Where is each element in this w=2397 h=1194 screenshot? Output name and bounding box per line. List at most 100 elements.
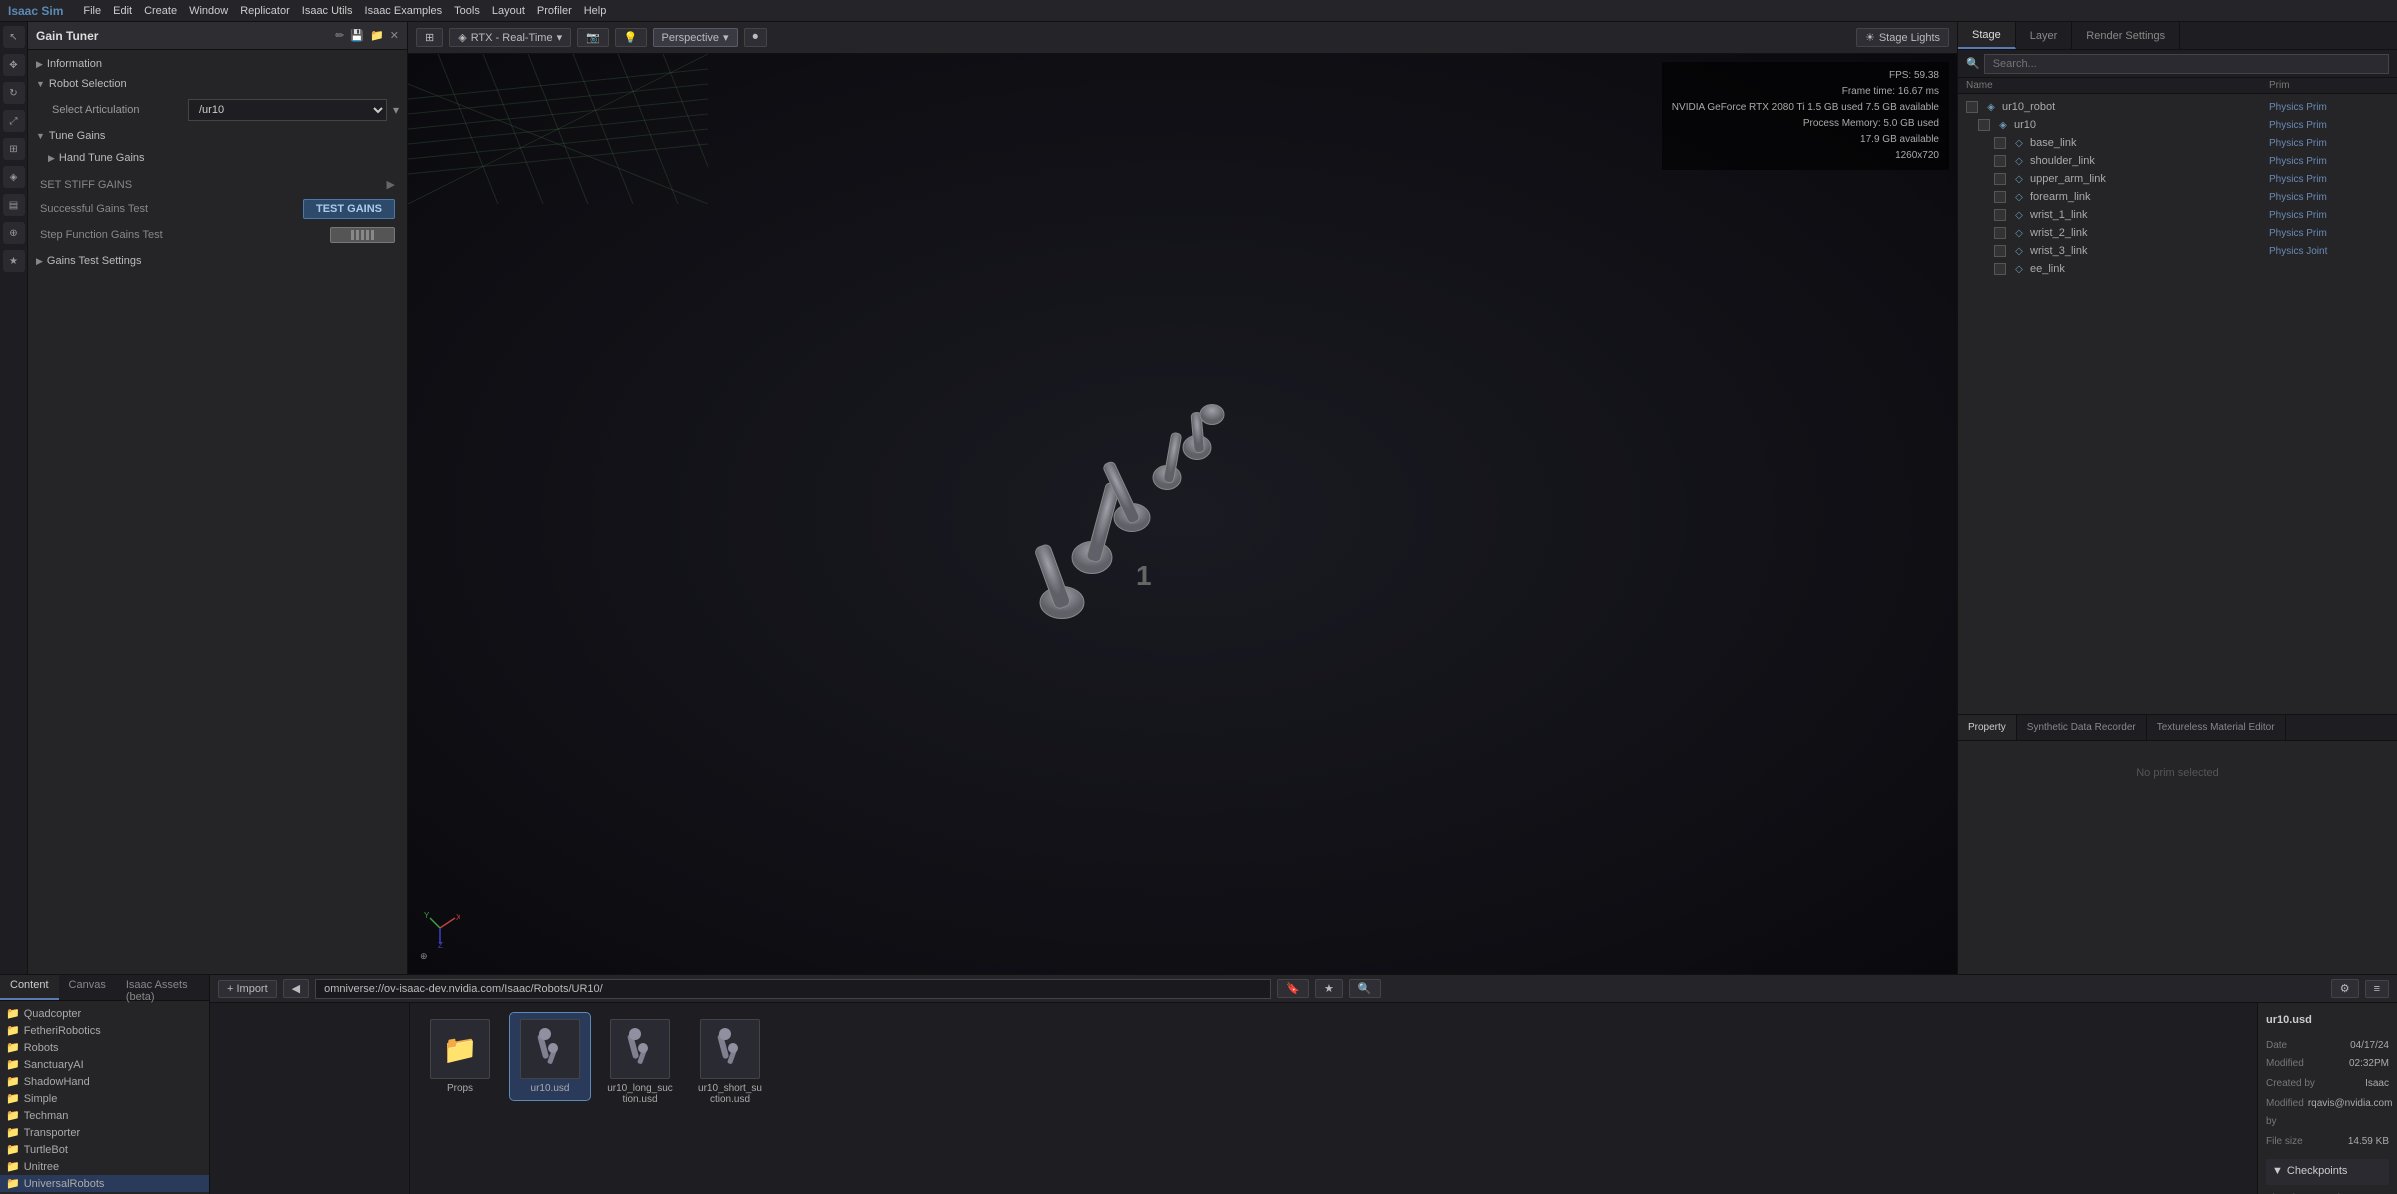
tree-item[interactable]: ◇forearm_linkPhysics Prim: [1958, 188, 2397, 206]
file-item[interactable]: ur10_long_suction.usd: [600, 1013, 680, 1111]
menu-item-tools[interactable]: Tools: [450, 3, 484, 19]
tree-item[interactable]: ◇ee_link: [1958, 260, 2397, 278]
folder-icon: 📁: [6, 1041, 20, 1054]
camera-btn[interactable]: 📷: [577, 28, 609, 47]
tune-gains-section[interactable]: ▼ Tune Gains: [28, 126, 407, 146]
nav-item[interactable]: 📁SanctuaryAI: [0, 1056, 209, 1073]
tree-item[interactable]: ◈ur10Physics Prim: [1958, 116, 2397, 134]
tree-checkbox[interactable]: [1994, 263, 2006, 275]
tree-checkbox[interactable]: [1994, 155, 2006, 167]
tool-snap[interactable]: ⊞: [3, 138, 25, 160]
prop-tab-textureless[interactable]: Textureless Material Editor: [2147, 715, 2286, 740]
tree-checkbox[interactable]: [1994, 191, 2006, 203]
nav-item[interactable]: 📁Quadcopter: [0, 1005, 209, 1022]
bookmark-btn[interactable]: 🔖: [1277, 979, 1309, 998]
save-icon[interactable]: 💾: [350, 29, 364, 42]
menu-item-help[interactable]: Help: [580, 3, 611, 19]
tree-checkbox[interactable]: [1994, 137, 2006, 149]
menu-item-replicator[interactable]: Replicator: [236, 3, 294, 19]
tab-layer[interactable]: Layer: [2016, 22, 2073, 49]
tool-8[interactable]: ★: [3, 250, 25, 272]
renderer-btn[interactable]: ◈ RTX - Real-Time ▾: [449, 28, 571, 47]
layout-btn[interactable]: ⊞: [416, 28, 443, 47]
tool-scale[interactable]: ⤢: [3, 110, 25, 132]
gains-test-settings-section[interactable]: ▶ Gains Test Settings: [28, 251, 407, 271]
tab-content[interactable]: Content: [0, 975, 59, 1000]
menu-item-isaac-utils[interactable]: Isaac Utils: [298, 3, 357, 19]
information-section[interactable]: ▶ Information: [28, 54, 407, 74]
hand-tune-section[interactable]: ▶ Hand Tune Gains: [44, 148, 407, 168]
tree-checkbox[interactable]: [1994, 209, 2006, 221]
stage-search-input[interactable]: [1984, 54, 2389, 74]
tool-5[interactable]: ◈: [3, 166, 25, 188]
tree-checkbox[interactable]: [1994, 245, 2006, 257]
menu-item-profiler[interactable]: Profiler: [533, 3, 576, 19]
prop-tab-synthetic[interactable]: Synthetic Data Recorder: [2017, 715, 2147, 740]
step-gains-button[interactable]: [330, 227, 395, 243]
tool-7[interactable]: ⊕: [3, 222, 25, 244]
nav-item[interactable]: 📁ShadowHand: [0, 1073, 209, 1090]
nav-item[interactable]: 📁Unitree: [0, 1158, 209, 1175]
file-item[interactable]: ur10.usd: [510, 1013, 590, 1100]
tree-item-type: Physics Prim: [2269, 102, 2389, 113]
edit-icon[interactable]: ✏: [335, 29, 344, 42]
menu-item-edit[interactable]: Edit: [109, 3, 136, 19]
nav-item[interactable]: 📁UniversalRobots: [0, 1175, 209, 1192]
viewport-area[interactable]: 1 FPS: 59.38 Frame time: 16.67 ms NVIDIA…: [408, 54, 1957, 974]
tool-6[interactable]: ▤: [3, 194, 25, 216]
actuator-dropdown[interactable]: /ur10: [188, 99, 387, 121]
close-icon[interactable]: ✕: [390, 29, 399, 42]
nav-item[interactable]: 📁Simple: [0, 1090, 209, 1107]
file-thumbnail: [520, 1019, 580, 1079]
menu-item-isaac-examples[interactable]: Isaac Examples: [361, 3, 447, 19]
prop-tab-property[interactable]: Property: [1958, 715, 2017, 740]
nav-item[interactable]: 📁FetheriRobotics: [0, 1022, 209, 1039]
tool-move[interactable]: ✥: [3, 54, 25, 76]
stage-lights-btn[interactable]: ☀ Stage Lights: [1856, 28, 1949, 47]
tab-isaac-assets[interactable]: Isaac Assets (beta): [116, 975, 209, 1000]
browser-path-input[interactable]: [315, 979, 1271, 999]
filter-btn[interactable]: ⚙: [2331, 979, 2359, 998]
tab-stage[interactable]: Stage: [1958, 22, 2016, 49]
tree-item[interactable]: ◇upper_arm_linkPhysics Prim: [1958, 170, 2397, 188]
menu-item-window[interactable]: Window: [185, 3, 232, 19]
add-import-btn[interactable]: + Import: [218, 980, 277, 998]
perspective-btn[interactable]: Perspective ▾: [653, 28, 738, 47]
test-gains-button[interactable]: TEST GAINS: [303, 199, 395, 219]
checkpoint-no-checkpoints: Already - Not using Checkpoints 04/17/24…: [2266, 1191, 2389, 1194]
tree-checkbox[interactable]: [1978, 119, 1990, 131]
tree-checkbox[interactable]: [1966, 101, 1978, 113]
tree-item[interactable]: ◈ur10_robotPhysics Prim: [1958, 98, 2397, 116]
menu-item-layout[interactable]: Layout: [488, 3, 529, 19]
robot-selection-section[interactable]: ▼ Robot Selection: [28, 74, 407, 94]
center-number: 1: [1136, 560, 1152, 592]
tree-item[interactable]: ◇shoulder_linkPhysics Prim: [1958, 152, 2397, 170]
tree-checkbox[interactable]: [1994, 227, 2006, 239]
file-item[interactable]: 📁Props: [420, 1013, 500, 1100]
folder-icon[interactable]: 📁: [370, 29, 384, 42]
back-btn[interactable]: ◀: [283, 979, 309, 998]
tree-item[interactable]: ◇wrist_3_linkPhysics Joint: [1958, 242, 2397, 260]
tool-select[interactable]: ↖: [3, 26, 25, 48]
nav-item[interactable]: 📁Robots: [0, 1039, 209, 1056]
tree-checkbox[interactable]: [1994, 173, 2006, 185]
search-btn[interactable]: 🔍: [1349, 979, 1381, 998]
tree-item[interactable]: ◇base_linkPhysics Prim: [1958, 134, 2397, 152]
file-item[interactable]: ur10_short_suction.usd: [690, 1013, 770, 1111]
tool-rotate[interactable]: ↻: [3, 82, 25, 104]
menu-item-create[interactable]: Create: [140, 3, 181, 19]
nav-item[interactable]: 📁Transporter: [0, 1124, 209, 1141]
nav-item[interactable]: 📁TurtleBot: [0, 1141, 209, 1158]
star-btn[interactable]: ★: [1315, 979, 1343, 998]
lights-btn[interactable]: 💡: [615, 28, 647, 47]
record-icon: ⏺: [753, 31, 759, 44]
layout-toggle[interactable]: ≡: [2365, 980, 2389, 998]
menu-item-file[interactable]: File: [79, 3, 105, 19]
tree-item[interactable]: ◇wrist_1_linkPhysics Prim: [1958, 206, 2397, 224]
nav-item[interactable]: 📁Techman: [0, 1107, 209, 1124]
tree-item[interactable]: ◇wrist_2_linkPhysics Prim: [1958, 224, 2397, 242]
tab-canvas[interactable]: Canvas: [59, 975, 116, 1000]
record-btn[interactable]: ⏺: [744, 28, 768, 47]
tab-render-settings[interactable]: Render Settings: [2072, 22, 2180, 49]
actuator-row: Select Articulation /ur10 ▾: [44, 96, 407, 124]
